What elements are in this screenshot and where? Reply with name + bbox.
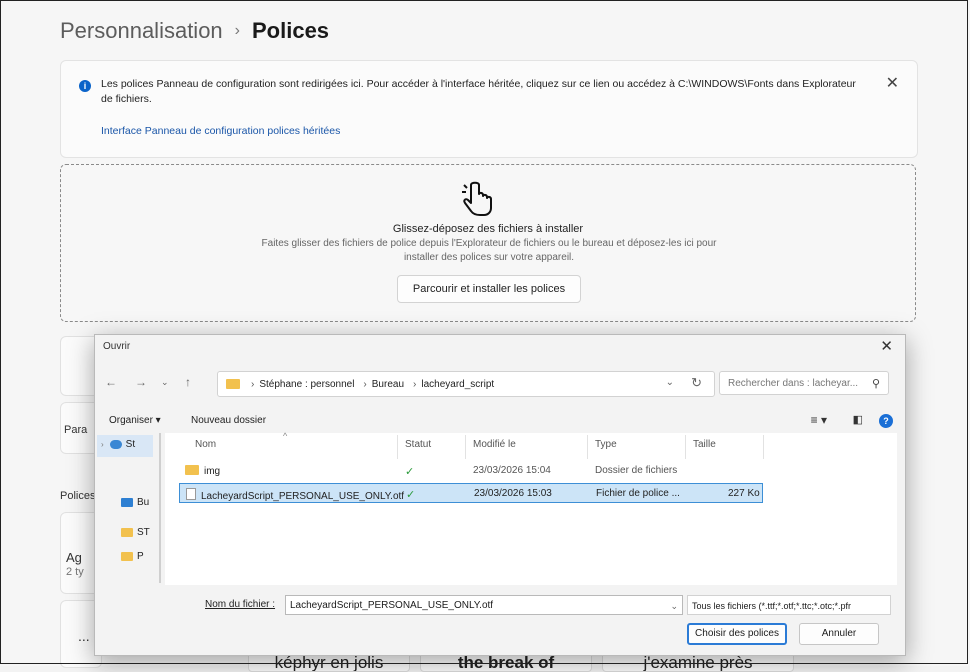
column-header-status[interactable]: Statut [405,439,431,450]
column-header-modified[interactable]: Modifié le [473,439,516,450]
column-header-size[interactable]: Taille [693,439,716,450]
background-label: Para [64,424,88,436]
folder-icon [121,528,133,537]
pane-splitter[interactable] [159,433,161,583]
search-input[interactable]: Rechercher dans : lacheyar... ⚲ [719,371,889,395]
search-icon: ⚲ [871,378,880,390]
chevron-down-icon[interactable]: ⌄ [666,377,674,388]
folder-icon [121,552,133,561]
file-modified: 23/03/2026 15:04 [473,465,551,476]
dropzone-title: Glissez-déposez des fichiers à installer [392,223,584,235]
font-dropzone[interactable]: Glissez-déposez des fichiers à installer… [60,164,916,322]
organize-button[interactable]: Organiser ▾ [109,415,161,426]
file-modified: 23/03/2026 15:03 [474,488,552,499]
dialog-toolbar: Organiser ▾ Nouveau dossier ≡ ▾ ◧ ? [95,411,905,433]
chevron-down-icon[interactable]: ⌄ [670,596,678,616]
info-banner: i Les polices Panneau de configuration s… [60,60,918,158]
fonts-section-label: Polices [60,490,96,502]
nav-item-folder[interactable]: P [121,551,144,562]
file-name: LacheyardScript_PERSONAL_USE_ONLY.otf [201,491,405,502]
file-size: 227 Ko [728,488,760,499]
breadcrumb: Personnalisation › Polices [60,18,329,44]
address-crumb[interactable]: Stéphane : personnel [259,379,354,390]
column-header-name[interactable]: Nom [195,439,216,450]
up-arrow-icon[interactable]: ↑ [185,375,191,389]
choose-fonts-button[interactable]: Choisir des polices [687,623,787,645]
dialog-title: Ouvrir [103,341,131,352]
column-header-type[interactable]: Type [595,439,617,450]
table-row-selected[interactable]: LacheyardScript_PERSONAL_USE_ONLY.otf ✓ … [179,483,763,503]
font-file-icon [186,488,196,500]
page-title: Polices [252,18,330,43]
nav-item-onedrive[interactable]: › St [101,439,135,450]
font-type-count: 2 ty [66,566,84,578]
info-text: Les polices Panneau de configuration son… [101,78,856,105]
navigation-pane: › St Bu ST P [95,433,157,585]
back-arrow-icon[interactable]: ← [105,375,117,389]
help-icon[interactable]: ? [879,414,893,428]
file-type-select[interactable]: Tous les fichiers (*.ttf;*.otf;*.ttc;*.o… [687,595,891,615]
folder-icon [185,465,199,475]
address-crumb[interactable]: Bureau [372,379,404,390]
nav-item-folder[interactable]: ST [121,527,150,538]
chevron-down-icon[interactable]: ⌄ [161,377,169,388]
sync-ok-icon: ✓ [405,466,415,478]
dialog-footer: Nom du fichier : LacheyardScript_PERSONA… [95,593,905,655]
breadcrumb-parent[interactable]: Personnalisation [60,18,223,44]
new-folder-button[interactable]: Nouveau dossier [191,415,266,426]
file-list: ^ Nom Statut Modifié le Type Taille img … [165,431,897,585]
close-icon[interactable]: ✕ [886,73,899,93]
more-icon: ... [78,628,90,644]
table-row[interactable]: img ✓ 23/03/2026 15:04 Dossier de fichie… [179,461,763,481]
sort-ascending-icon: ^ [283,431,288,441]
hand-pointer-icon [462,181,492,216]
breadcrumb-separator: › [234,22,240,39]
filename-field[interactable]: LacheyardScript_PERSONAL_USE_ONLY.otf ⌄ [285,595,683,615]
view-options-icon[interactable]: ≡ ▾ [811,413,827,427]
cancel-button[interactable]: Annuler [799,623,879,645]
address-bar[interactable]: › Stéphane : personnel › Bureau › lachey… [217,371,715,397]
close-icon[interactable]: ✕ [880,337,893,355]
file-name: img [204,466,221,477]
browse-install-button[interactable]: Parcourir et installer les polices [397,275,581,303]
font-preview-ag: Ag [66,550,82,565]
filename-label: Nom du fichier : [205,599,276,610]
folder-icon [226,379,240,389]
search-placeholder: Rechercher dans : lacheyar... [728,378,859,389]
file-type: Fichier de police ... [596,488,680,499]
preview-pane-icon[interactable]: ◧ [853,413,863,426]
nav-item-desktop[interactable]: Bu [121,497,149,508]
forward-arrow-icon[interactable]: → [135,375,147,389]
settings-page: Personnalisation › Polices i Les polices… [0,0,970,672]
refresh-icon[interactable]: ↻ [691,375,702,391]
address-crumb[interactable]: lacheyard_script [421,379,494,390]
navigation-bar: ← → ⌄ ↑ › Stéphane : personnel › Bureau … [95,365,905,401]
legacy-fonts-link[interactable]: Interface Panneau de configuration polic… [101,125,340,137]
dropzone-description: Faites glisser des fichiers de police de… [261,238,717,263]
open-file-dialog: Ouvrir ✕ ← → ⌄ ↑ › Stéphane : personnel … [94,334,906,656]
sync-ok-icon: ✓ [406,489,416,501]
cloud-icon [109,440,122,449]
desktop-icon [121,498,133,507]
info-icon: i [79,80,91,92]
file-type: Dossier de fichiers [595,465,678,476]
